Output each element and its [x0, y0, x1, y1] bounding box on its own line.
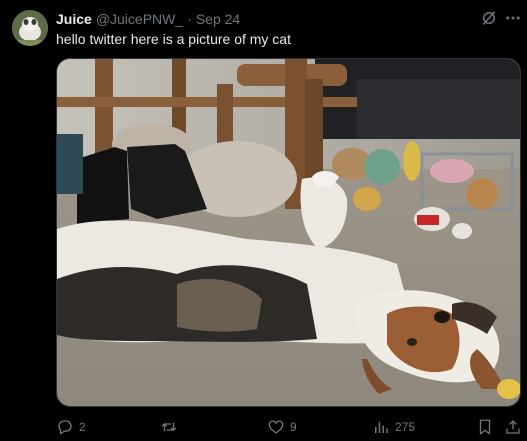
- tweet-text: hello twitter here is a picture of my ca…: [56, 31, 291, 47]
- tweet-date[interactable]: Sep 24: [196, 11, 240, 27]
- retweet-button[interactable]: [160, 415, 183, 439]
- share-button[interactable]: [504, 415, 522, 439]
- reply-icon: [58, 420, 72, 435]
- like-button[interactable]: 9: [267, 415, 297, 439]
- tweet[interactable]: Juice @JuicePNW_ · Sep 24 hello twitter …: [0, 0, 527, 441]
- retweet-icon: [161, 422, 177, 432]
- display-name[interactable]: Juice: [56, 11, 92, 27]
- like-icon: [268, 420, 284, 434]
- grok-icon[interactable]: [480, 9, 498, 27]
- tweet-header: Juice @JuicePNW_ · Sep 24: [56, 10, 240, 28]
- share-icon: [506, 420, 520, 434]
- like-count: 9: [290, 420, 297, 434]
- reply-button[interactable]: 2: [56, 415, 86, 439]
- separator-dot: ·: [187, 11, 192, 27]
- views-button[interactable]: 275: [372, 415, 415, 439]
- bookmark-icon: [479, 419, 491, 435]
- bookmark-button[interactable]: [476, 415, 494, 439]
- view-count: 275: [395, 420, 416, 434]
- views-icon: [375, 421, 388, 433]
- dog-photo: [57, 59, 520, 406]
- avatar[interactable]: [12, 10, 48, 46]
- avatar-image: [12, 10, 48, 46]
- reply-count: 2: [79, 420, 86, 434]
- action-bar: 2 9 275: [0, 415, 527, 441]
- more-icon[interactable]: [504, 9, 522, 27]
- user-handle[interactable]: @JuicePNW_: [96, 11, 183, 27]
- tweet-image[interactable]: [56, 58, 521, 407]
